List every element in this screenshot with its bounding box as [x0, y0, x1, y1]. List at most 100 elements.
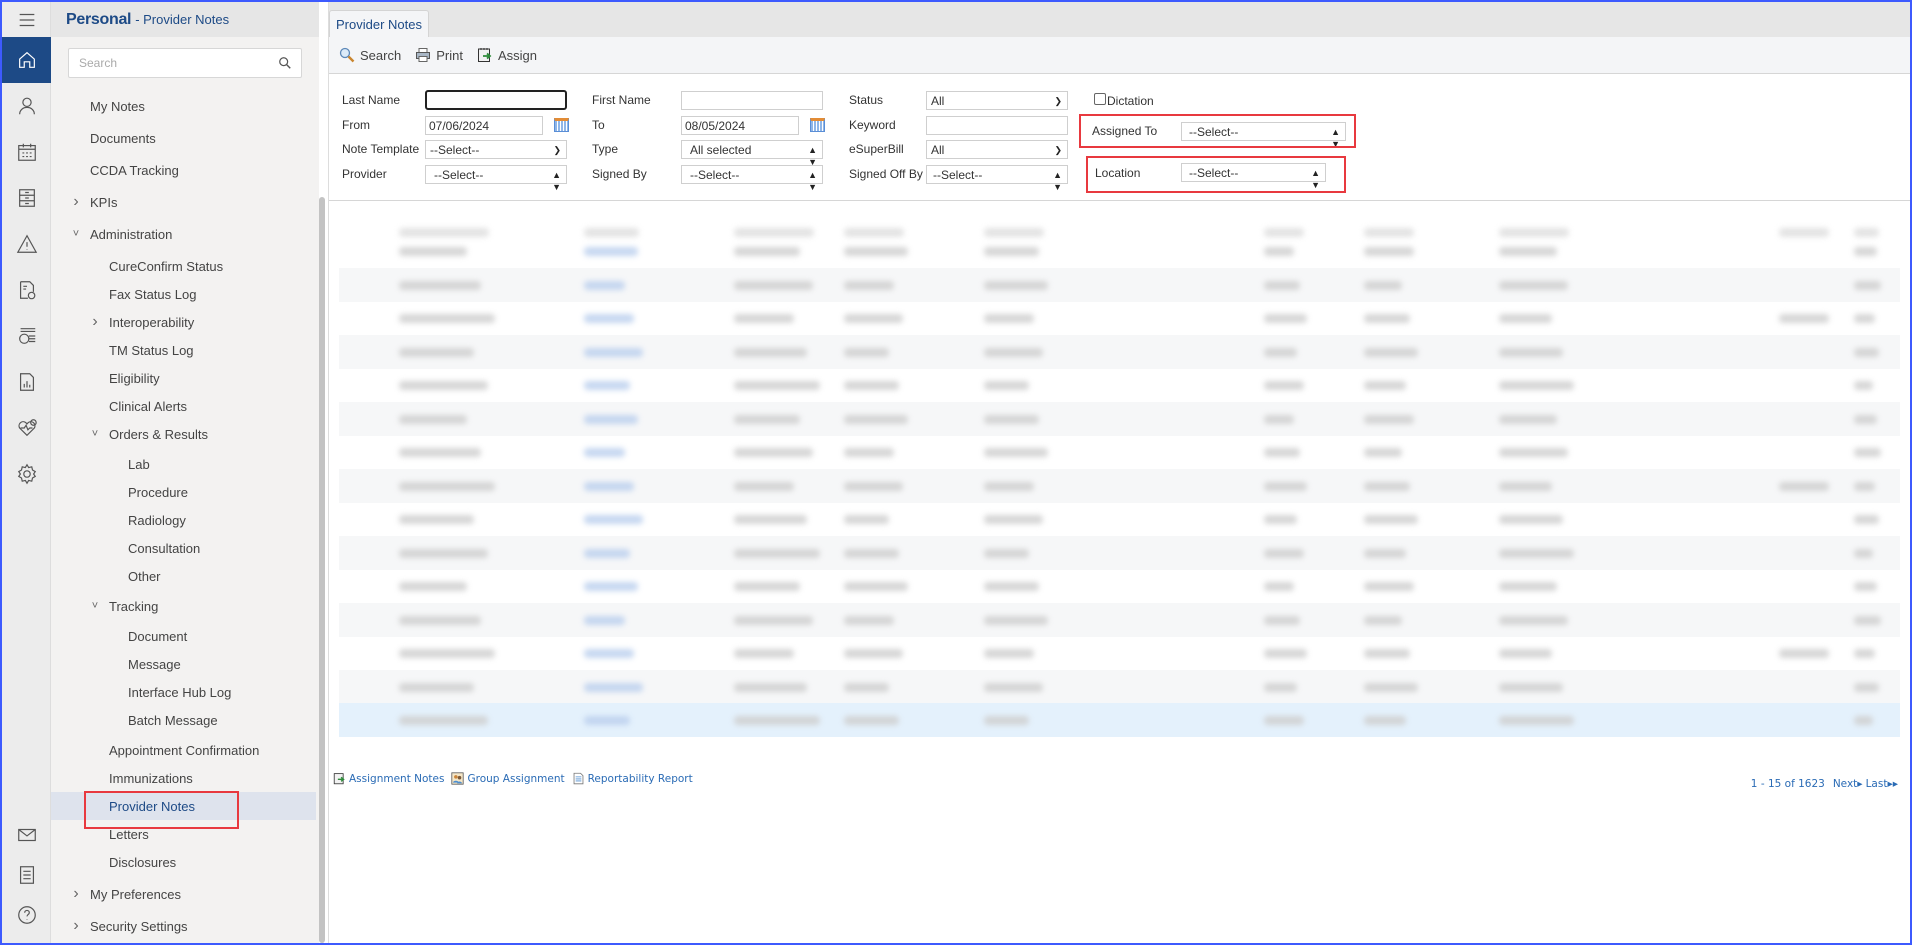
nav-item-cureconfirm-status[interactable]: CureConfirm Status — [51, 252, 316, 280]
nav-item-letters[interactable]: Letters — [51, 820, 316, 848]
table-cell[interactable] — [584, 649, 635, 658]
chevron-right-icon[interactable]: › — [71, 918, 81, 934]
from-calendar-icon[interactable] — [554, 118, 569, 132]
nav-item-batch-message[interactable]: Batch Message — [51, 706, 316, 734]
location-select[interactable]: --Select-- ▲ ▼ — [1181, 163, 1326, 190]
nav-item-document[interactable]: Document — [51, 622, 316, 650]
table-row[interactable] — [339, 368, 1900, 402]
table-cell[interactable] — [584, 716, 630, 725]
esuperbill-select[interactable]: All ❯ — [926, 140, 1068, 159]
chevron-right-icon[interactable]: › — [90, 314, 100, 330]
table-cell[interactable] — [584, 682, 643, 692]
nav-item-lab[interactable]: Lab — [51, 450, 316, 478]
reportability-report-link[interactable]: Reportability Report — [572, 772, 693, 785]
note-template-select[interactable]: --Select-- ❯ — [425, 140, 567, 159]
nav-item-my-preferences[interactable]: › My Preferences — [51, 880, 316, 908]
rail-notes-button[interactable] — [2, 855, 51, 895]
table-cell[interactable] — [584, 314, 635, 323]
nav-item-my-notes[interactable]: My Notes — [51, 92, 316, 120]
rail-health-button[interactable] — [2, 405, 51, 451]
table-row[interactable] — [339, 301, 1900, 335]
nav-item-appointment-confirmation[interactable]: Appointment Confirmation — [51, 736, 316, 764]
to-date-input[interactable] — [681, 116, 799, 135]
keyword-input[interactable] — [926, 116, 1068, 135]
nav-item-other[interactable]: Other — [51, 562, 316, 590]
rail-payments-button[interactable] — [2, 313, 51, 359]
nav-item-fax-status-log[interactable]: Fax Status Log — [51, 280, 316, 308]
table-row[interactable] — [339, 502, 1900, 536]
nav-item-eligibility[interactable]: Eligibility — [51, 364, 316, 392]
table-row[interactable] — [339, 669, 1900, 704]
nav-search-input[interactable] — [69, 49, 269, 77]
pager-last-link[interactable]: Last▸▸ — [1866, 778, 1898, 790]
nav-item-interoperability[interactable]: › Interoperability — [51, 308, 316, 336]
table-row[interactable] — [339, 703, 1900, 737]
rail-records-button[interactable] — [2, 175, 51, 221]
last-name-input[interactable] — [425, 90, 567, 110]
table-cell[interactable] — [584, 280, 626, 290]
nav-item-tracking[interactable]: ˅ Tracking — [51, 592, 316, 620]
table-row[interactable] — [339, 535, 1900, 570]
search-icon[interactable] — [278, 56, 292, 70]
dictation-checkbox[interactable] — [1094, 93, 1106, 105]
nav-item-kpis[interactable]: › KPIs — [51, 188, 316, 216]
nav-item-provider-notes[interactable]: Provider Notes — [51, 792, 316, 820]
status-select[interactable]: All ❯ — [926, 91, 1068, 110]
nav-item-administration[interactable]: ˅ Administration — [51, 220, 316, 248]
nav-item-immunizations[interactable]: Immunizations — [51, 764, 316, 792]
assign-button[interactable]: Assign — [477, 47, 537, 63]
nav-item-consultation[interactable]: Consultation — [51, 534, 316, 562]
table-cell[interactable] — [584, 515, 643, 524]
rail-patient-button[interactable] — [2, 83, 51, 129]
table-cell[interactable] — [584, 414, 639, 424]
signed-by-select[interactable]: --Select-- ▲ ▼ — [681, 165, 823, 192]
assignment-notes-link[interactable]: Assignment Notes — [333, 772, 444, 785]
table-cell[interactable] — [584, 615, 626, 625]
nav-item-ccda-tracking[interactable]: CCDA Tracking — [51, 156, 316, 184]
nav-item-procedure[interactable]: Procedure — [51, 478, 316, 506]
type-select[interactable]: All selected ▲ ▼ — [681, 140, 823, 167]
nav-item-message[interactable]: Message — [51, 650, 316, 678]
rail-billing-button[interactable] — [2, 267, 51, 313]
tab-provider-notes[interactable]: Provider Notes — [329, 10, 429, 37]
first-name-input[interactable] — [681, 91, 823, 110]
chevron-down-icon[interactable]: ˅ — [71, 229, 81, 240]
nav-item-tm-status-log[interactable]: TM Status Log — [51, 336, 316, 364]
group-assignment-link[interactable]: Group Assignment — [451, 772, 565, 785]
search-button[interactable]: Search — [339, 47, 401, 63]
from-date-input[interactable] — [425, 116, 543, 135]
nav-scrollbar[interactable] — [319, 197, 325, 943]
pager-next-link[interactable]: Next▸ — [1833, 778, 1863, 790]
chevron-right-icon[interactable]: › — [71, 194, 81, 210]
nav-item-documents[interactable]: Documents — [51, 124, 316, 152]
nav-item-clinical-alerts[interactable]: Clinical Alerts — [51, 392, 316, 420]
table-row[interactable] — [339, 636, 1900, 670]
rail-alerts-button[interactable] — [2, 221, 51, 267]
rail-help-button[interactable] — [2, 895, 51, 935]
table-cell[interactable] — [584, 548, 630, 558]
table-row[interactable] — [339, 334, 1900, 369]
rail-home-button[interactable] — [2, 37, 51, 83]
hamburger-menu-button[interactable] — [2, 2, 51, 37]
table-cell[interactable] — [584, 582, 639, 591]
chevron-down-icon[interactable]: ˅ — [90, 429, 100, 440]
to-calendar-icon[interactable] — [810, 118, 825, 132]
nav-item-radiology[interactable]: Radiology — [51, 506, 316, 534]
chevron-right-icon[interactable]: › — [71, 886, 81, 902]
rail-reports-button[interactable] — [2, 359, 51, 405]
table-cell[interactable] — [584, 481, 635, 491]
table-row[interactable] — [339, 602, 1900, 637]
rail-settings-button[interactable] — [2, 451, 51, 497]
table-cell[interactable] — [584, 381, 630, 390]
nav-item-security-settings[interactable]: › Security Settings — [51, 912, 316, 940]
table-cell[interactable] — [584, 347, 643, 357]
rail-calendar-button[interactable] — [2, 129, 51, 175]
chevron-down-icon[interactable]: ˅ — [90, 601, 100, 612]
nav-item-orders-results[interactable]: ˅ Orders & Results — [51, 420, 316, 448]
rail-messages-button[interactable] — [2, 815, 51, 855]
provider-select[interactable]: --Select-- ▲ ▼ — [425, 165, 567, 192]
table-row[interactable] — [339, 468, 1900, 503]
nav-item-interface-hub-log[interactable]: Interface Hub Log — [51, 678, 316, 706]
table-row[interactable] — [339, 234, 1900, 268]
table-cell[interactable] — [584, 448, 626, 457]
